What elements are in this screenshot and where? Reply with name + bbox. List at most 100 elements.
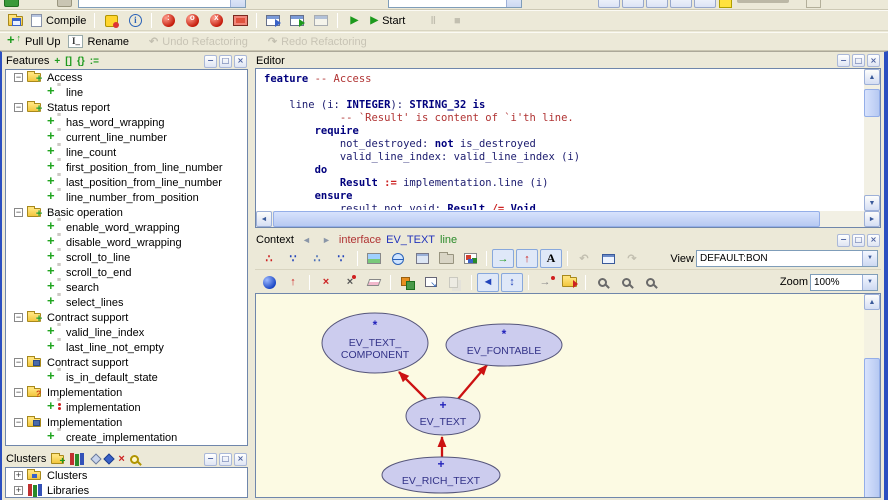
class-icon[interactable] bbox=[103, 453, 116, 465]
add-class-icon[interactable] bbox=[90, 453, 103, 465]
feature-combobox-partial[interactable] bbox=[388, 0, 522, 8]
assigner-filter-icon[interactable]: := bbox=[90, 56, 99, 67]
diagram-redo-button[interactable]: ↷ bbox=[621, 249, 643, 268]
tree-feature-row[interactable]: valid_line_index bbox=[6, 322, 247, 340]
tree-feature-row[interactable]: implementation bbox=[6, 397, 247, 415]
fit-to-screen-button[interactable] bbox=[615, 273, 637, 292]
signature-filter-icon[interactable]: [] bbox=[65, 56, 72, 67]
client-relations-button[interactable]: ∵ bbox=[330, 249, 352, 268]
inheritance-arrow[interactable] bbox=[457, 364, 488, 400]
inheritance-links-toggle[interactable]: ↑ bbox=[516, 249, 538, 268]
zoom-out-button[interactable] bbox=[591, 273, 613, 292]
editor-horizontal-scrollbar[interactable]: ◄ ► bbox=[256, 211, 880, 227]
expander-icon[interactable]: − bbox=[14, 418, 23, 427]
toolbar-icon-fragment[interactable] bbox=[719, 0, 732, 8]
tree-group-row[interactable]: + Libraries bbox=[6, 483, 247, 497]
diagram-dialog-button[interactable] bbox=[597, 249, 619, 268]
tree-feature-row[interactable]: create_implementation bbox=[6, 427, 247, 445]
toolbar-icon-fragment[interactable] bbox=[4, 0, 19, 7]
export-html-button[interactable] bbox=[387, 249, 409, 268]
toolbar-button-fragment[interactable] bbox=[598, 0, 620, 8]
discover-button[interactable]: x bbox=[205, 11, 227, 30]
tree-feature-row[interactable]: has_word_wrapping bbox=[6, 112, 247, 130]
diagram-undo-button[interactable]: ↶ bbox=[573, 249, 595, 268]
run-workbench-button[interactable] bbox=[229, 11, 251, 30]
melt-button[interactable] bbox=[100, 11, 122, 30]
tree-group-row[interactable]: + Clusters bbox=[6, 468, 247, 483]
close-button[interactable]: × bbox=[867, 233, 880, 247]
scrollbar-thumb[interactable] bbox=[864, 358, 880, 497]
labels-toggle[interactable]: A bbox=[540, 249, 562, 268]
rename-button[interactable]: I_ Rename bbox=[65, 32, 132, 51]
pull-up-button[interactable]: Pull Up bbox=[4, 32, 63, 51]
client-links-toggle[interactable]: → bbox=[492, 249, 514, 268]
expander-icon[interactable]: + bbox=[14, 486, 23, 495]
minimize-button[interactable]: − bbox=[837, 233, 850, 247]
tree-feature-row[interactable]: is_in_default_state bbox=[6, 367, 247, 385]
refresh-window-button[interactable] bbox=[262, 11, 284, 30]
expander-icon[interactable]: − bbox=[14, 358, 23, 367]
export-image-button[interactable] bbox=[363, 249, 385, 268]
tree-feature-row[interactable]: select_lines bbox=[6, 292, 247, 310]
tree-group-row[interactable]: −Implementation bbox=[6, 385, 247, 400]
scroll-left-button[interactable]: ◄ bbox=[256, 211, 272, 227]
history-back-button[interactable]: ◄ bbox=[299, 234, 314, 247]
tree-feature-row[interactable]: current_line_number bbox=[6, 127, 247, 145]
stop-button[interactable]: ■ bbox=[446, 11, 468, 30]
delete-button[interactable]: × bbox=[315, 273, 337, 292]
color-settings-button[interactable] bbox=[459, 249, 481, 268]
erase-button[interactable] bbox=[363, 273, 385, 292]
close-button[interactable]: × bbox=[234, 452, 247, 466]
history-forward-button[interactable]: ► bbox=[319, 234, 334, 247]
view-combobox[interactable]: DEFAULT:BON ▼ bbox=[696, 250, 878, 267]
feature-clauses-filter-icon[interactable]: + bbox=[54, 56, 60, 67]
tree-group-row[interactable]: −Contract support bbox=[6, 310, 247, 325]
tree-feature-row[interactable]: last_position_from_line_number bbox=[6, 172, 247, 190]
cluster-relations-button[interactable]: ∵ bbox=[282, 249, 304, 268]
step-button[interactable]: ▶ bbox=[343, 11, 365, 30]
scroll-right-button[interactable]: ► bbox=[864, 211, 880, 227]
snapshot-button[interactable] bbox=[411, 249, 433, 268]
toolbar-button-fragment[interactable] bbox=[622, 0, 644, 8]
maximize-button[interactable]: □ bbox=[219, 452, 232, 466]
context-view-crumb[interactable]: interface bbox=[339, 234, 381, 246]
maximize-button[interactable]: □ bbox=[219, 54, 232, 68]
tree-feature-row[interactable]: line bbox=[6, 82, 247, 100]
expander-icon[interactable]: − bbox=[14, 313, 23, 322]
alias-filter-icon[interactable]: {} bbox=[77, 56, 85, 67]
context-class-crumb[interactable]: EV_TEXT bbox=[386, 234, 435, 246]
finalize-button[interactable]: o bbox=[181, 11, 203, 30]
maximize-button[interactable]: □ bbox=[852, 54, 865, 67]
add-class-button[interactable] bbox=[258, 273, 280, 292]
tree-group-row[interactable]: −Basic operation bbox=[6, 205, 247, 220]
editor-body[interactable]: feature -- Access line (i: INTEGER): STR… bbox=[255, 68, 881, 228]
class-combobox-partial[interactable] bbox=[78, 0, 246, 8]
tree-feature-row[interactable]: line_number_from_position bbox=[6, 187, 247, 205]
scroll-up-button[interactable]: ▲ bbox=[864, 69, 880, 85]
tree-feature-row[interactable]: first_position_from_line_number bbox=[6, 157, 247, 175]
center-on-class-toggle[interactable]: ◄ bbox=[477, 272, 499, 292]
cluster-view-button[interactable] bbox=[435, 249, 457, 268]
scroll-up-button[interactable]: ▲ bbox=[864, 294, 880, 310]
toolbar-button-fragment[interactable] bbox=[806, 0, 821, 8]
expander-icon[interactable]: + bbox=[14, 471, 23, 480]
editor-vertical-scrollbar[interactable]: ▲ ▼ bbox=[864, 69, 880, 211]
scrollbar-thumb[interactable] bbox=[864, 89, 880, 117]
tree-feature-row[interactable]: disable_word_wrapping bbox=[6, 232, 247, 250]
dropdown-icon[interactable]: ▼ bbox=[862, 274, 877, 290]
zoom-in-button[interactable] bbox=[639, 273, 661, 292]
tree-feature-row[interactable]: scroll_to_line bbox=[6, 247, 247, 265]
minimize-button[interactable]: − bbox=[837, 54, 850, 67]
add-library-icon[interactable] bbox=[69, 453, 84, 465]
tree-group-row[interactable]: − Access bbox=[6, 70, 247, 85]
diagram-vertical-scrollbar[interactable]: ▲ bbox=[864, 294, 880, 497]
minimize-button[interactable]: − bbox=[204, 54, 217, 68]
toolbar-button-fragment[interactable] bbox=[694, 0, 716, 8]
tree-feature-row[interactable]: enable_word_wrapping bbox=[6, 217, 247, 235]
close-button[interactable]: × bbox=[867, 54, 880, 67]
tree-feature-row[interactable]: search bbox=[6, 277, 247, 295]
tree-feature-row[interactable]: line_count bbox=[6, 142, 247, 160]
toolbar-icon-fragment[interactable] bbox=[57, 0, 72, 7]
sort-toggle[interactable]: ↕ bbox=[501, 272, 523, 292]
tree-group-row[interactable]: −Implementation bbox=[6, 415, 247, 430]
